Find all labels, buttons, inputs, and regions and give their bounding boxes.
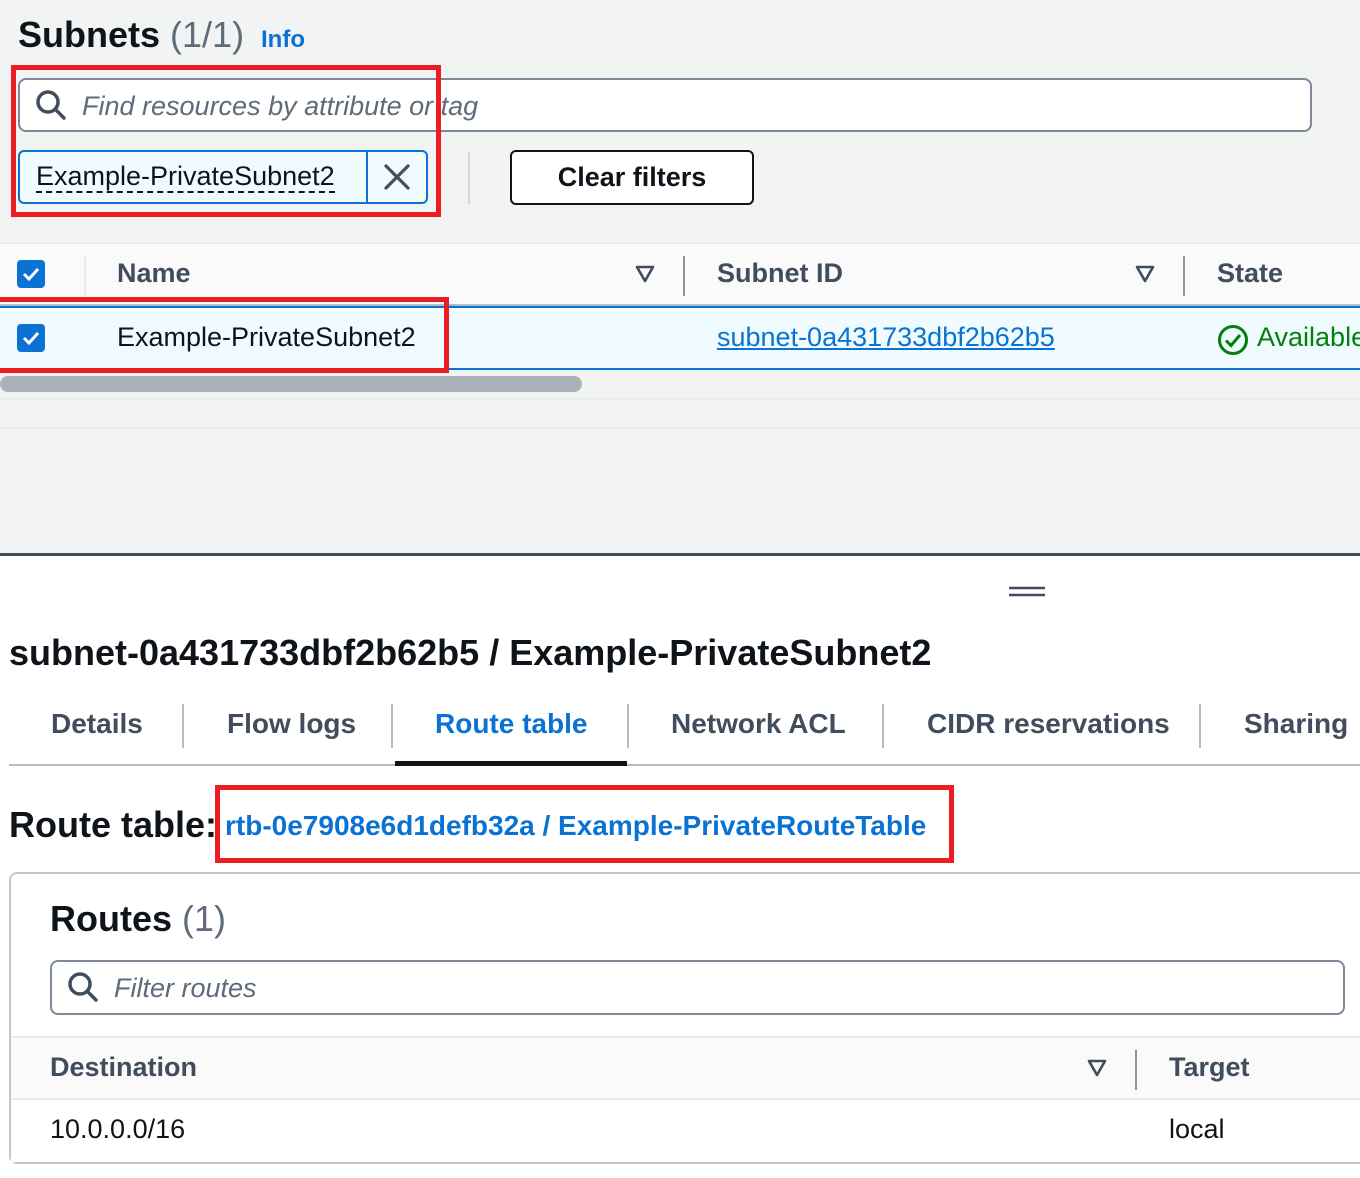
subnets-count: (1/1): [170, 14, 245, 55]
active-tab-indicator: [395, 761, 627, 766]
detail-tabs: Details Flow logs Route table Network AC…: [9, 696, 1360, 766]
subnets-title: Subnets: [18, 14, 161, 55]
routes-search-input[interactable]: [114, 968, 1314, 1008]
clear-filters-button[interactable]: Clear filters: [510, 150, 754, 205]
routes-title: Routes: [50, 898, 173, 939]
tab-separator: [391, 704, 393, 748]
tab-separator: [182, 704, 184, 748]
table-row: 10.0.0.0/16 local: [11, 1100, 1360, 1162]
routes-count: (1): [182, 898, 227, 939]
select-all-checkbox[interactable]: [17, 260, 45, 288]
horizontal-scrollbar[interactable]: [0, 376, 582, 392]
search-icon: [68, 972, 98, 1002]
tab-network-acl[interactable]: Network ACL: [671, 708, 846, 740]
column-header-destination[interactable]: Destination: [50, 1052, 197, 1083]
search-input[interactable]: [82, 86, 1282, 126]
subnets-table-header: Name Subnet ID State: [0, 242, 1360, 306]
routes-table-header: Destination Target: [11, 1036, 1360, 1100]
sort-down-icon[interactable]: [1087, 1058, 1107, 1078]
close-icon: [384, 164, 410, 190]
column-separator: [84, 256, 86, 296]
column-resize-handle[interactable]: [1183, 256, 1185, 296]
tab-separator: [627, 704, 629, 748]
panel-divider: [0, 553, 1360, 556]
subnet-id-link[interactable]: subnet-0a431733dbf2b62b5: [717, 322, 1055, 353]
filter-token-remove-button[interactable]: [366, 152, 426, 202]
column-header-name[interactable]: Name: [117, 258, 191, 289]
tab-cidr-reservations[interactable]: CIDR reservations: [927, 708, 1170, 740]
filter-token-label[interactable]: Example-PrivateSubnet2: [20, 152, 366, 202]
tab-flow-logs[interactable]: Flow logs: [227, 708, 356, 740]
split-panel-drag-handle[interactable]: [1009, 586, 1045, 598]
status-available-icon: [1218, 325, 1248, 355]
tab-sharing[interactable]: Sharing: [1244, 708, 1348, 740]
route-table-link[interactable]: rtb-0e7908e6d1defb32a / Example-PrivateR…: [225, 810, 926, 842]
tab-details[interactable]: Details: [51, 708, 143, 740]
column-header-subnet-id[interactable]: Subnet ID: [717, 258, 843, 289]
route-destination: 10.0.0.0/16: [50, 1114, 186, 1144]
tab-route-table[interactable]: Route table: [435, 708, 587, 740]
subnet-state: Available: [1257, 322, 1360, 352]
subnets-heading: Subnets (1/1): [18, 14, 244, 56]
column-resize-handle[interactable]: [683, 256, 685, 296]
subnet-name: Example-PrivateSubnet2: [117, 322, 416, 352]
row-checkbox[interactable]: [17, 324, 45, 352]
filter-token: Example-PrivateSubnet2: [18, 150, 428, 204]
column-header-target[interactable]: Target: [1169, 1052, 1250, 1083]
info-link[interactable]: Info: [261, 26, 305, 54]
divider: [0, 398, 1360, 400]
sort-down-icon[interactable]: [635, 264, 655, 284]
divider: [0, 427, 1360, 429]
sort-down-icon[interactable]: [1135, 264, 1155, 284]
detail-title: subnet-0a431733dbf2b62b5 / Example-Priva…: [9, 632, 932, 673]
route-target: local: [1169, 1114, 1225, 1144]
routes-heading: Routes (1): [50, 898, 226, 940]
column-header-state[interactable]: State: [1217, 258, 1283, 289]
filter-divider: [468, 152, 470, 204]
checkmark-icon: [22, 267, 40, 282]
checkmark-icon: [22, 331, 40, 346]
column-resize-handle[interactable]: [1135, 1050, 1137, 1090]
route-table-label: Route table:: [9, 804, 218, 845]
tab-separator: [1199, 704, 1201, 748]
search-icon: [36, 90, 66, 120]
table-row[interactable]: Example-PrivateSubnet2 subnet-0a431733db…: [0, 306, 1360, 370]
filter-token-text: Example-PrivateSubnet2: [36, 161, 335, 193]
tab-separator: [882, 704, 884, 748]
